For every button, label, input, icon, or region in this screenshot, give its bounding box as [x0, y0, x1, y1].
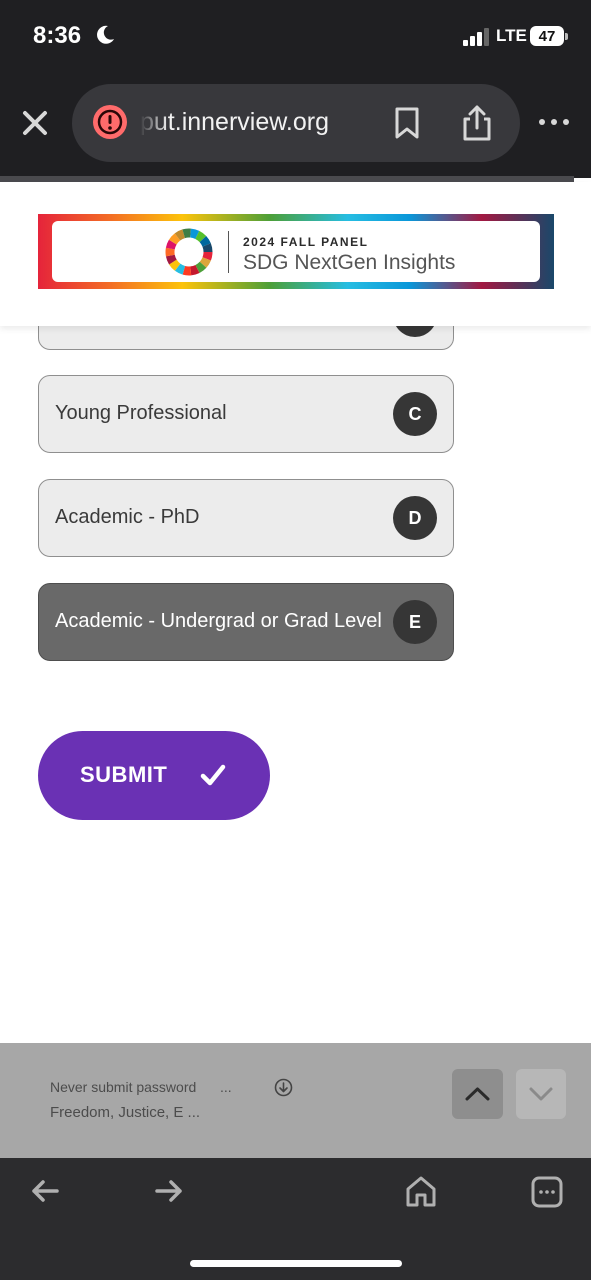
bottom-toolbar [0, 1158, 591, 1280]
tabs-icon[interactable] [530, 1175, 564, 1209]
banner-subtitle: SDG NextGen Insights [243, 251, 456, 274]
url-fade [140, 104, 168, 144]
option-badge: E [393, 600, 437, 644]
form-suggestion-bar: Never submit password ... Freedom, Justi… [0, 1043, 591, 1158]
suggestion-warning[interactable]: Never submit password [50, 1079, 196, 1095]
forward-icon[interactable] [154, 1178, 184, 1204]
option-badge: C [393, 392, 437, 436]
checkmark-icon [200, 764, 226, 786]
option-young-professional[interactable]: Young Professional C [38, 375, 454, 453]
browser-chrome: 8:36 LTE 47 put.innerview.org [0, 0, 591, 178]
option-academic-undergrad-grad[interactable]: Academic - Undergrad or Grad Level E [38, 583, 454, 661]
next-field-button[interactable] [516, 1069, 566, 1119]
network-label: LTE [496, 26, 527, 45]
submit-label: SUBMIT [80, 762, 168, 787]
battery-icon: 47 [530, 26, 568, 46]
home-indicator [190, 1260, 402, 1267]
share-icon[interactable] [460, 104, 494, 142]
suggestion-ellipsis: ... [220, 1079, 232, 1095]
option-label: Academic - PhD [55, 506, 200, 528]
banner-title: 2024 FALL PANEL [243, 235, 369, 249]
bookmark-icon[interactable] [392, 106, 422, 140]
option-label: Academic - Undergrad or Grad Level [55, 610, 382, 632]
option-label: Young Professional [55, 402, 227, 424]
sdg-wheel-logo [165, 228, 213, 276]
option-badge: D [393, 496, 437, 540]
home-icon[interactable] [404, 1174, 438, 1208]
banner-inner: 2024 FALL PANEL SDG NextGen Insights [52, 221, 540, 282]
battery-level: 47 [530, 26, 564, 46]
page-header: 2024 FALL PANEL SDG NextGen Insights [0, 182, 591, 326]
previous-field-button[interactable] [452, 1069, 503, 1119]
option-academic-phd[interactable]: Academic - PhD D [38, 479, 454, 557]
status-time: 8:36 [33, 22, 82, 49]
back-icon[interactable] [30, 1178, 60, 1204]
more-icon[interactable] [536, 112, 572, 132]
chevron-down-icon [529, 1087, 553, 1101]
alert-icon[interactable] [92, 104, 128, 140]
panel-banner: 2024 FALL PANEL SDG NextGen Insights [38, 214, 554, 289]
suggestion-text[interactable]: Freedom, Justice, E ... [50, 1104, 200, 1121]
close-icon[interactable] [18, 106, 52, 140]
download-icon[interactable] [274, 1078, 293, 1097]
url-text[interactable]: put.innerview.org [140, 108, 360, 140]
battery-tip [565, 33, 568, 40]
signal-icon [463, 28, 489, 46]
banner-divider [228, 231, 229, 273]
chevron-up-icon [465, 1087, 490, 1101]
moon-icon [97, 25, 114, 44]
submit-button[interactable]: SUBMIT [38, 731, 270, 820]
